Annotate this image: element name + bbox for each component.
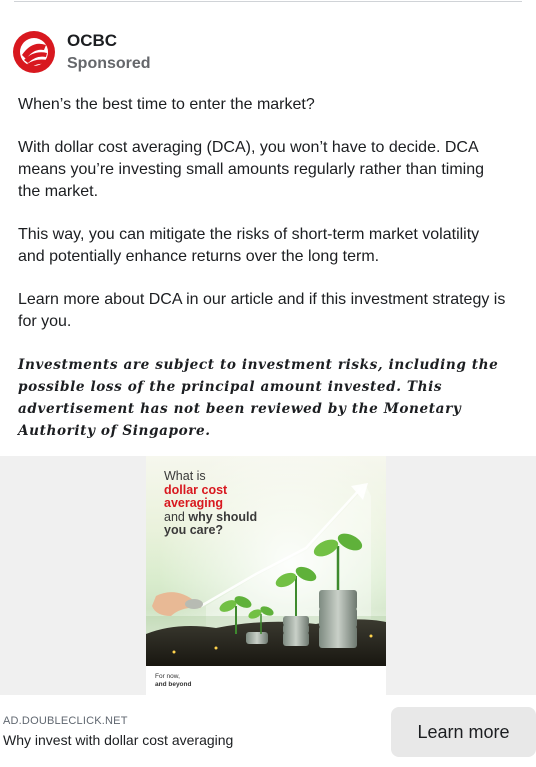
learn-more-button[interactable]: Learn more [391, 707, 536, 757]
link-footer[interactable]: AD.DOUBLECLICK.NET Why invest with dolla… [0, 695, 536, 767]
ad-creative-image[interactable]: What is dollar cost averaging and why sh… [146, 456, 386, 695]
post-body: When’s the best time to enter the market… [18, 94, 510, 442]
creative-line-4b: why should [188, 509, 258, 524]
sponsored-label[interactable]: Sponsored [67, 55, 151, 73]
advertiser-name[interactable]: OCBC [67, 31, 151, 51]
top-divider [14, 1, 522, 2]
link-domain[interactable]: AD.DOUBLECLICK.NET [3, 715, 128, 727]
creative-tagline-2: and beyond [155, 680, 192, 688]
creative-line-5: you care? [164, 523, 224, 537]
creative-line-4a: and [164, 509, 189, 524]
post-paragraph-4: Learn more about DCA in our article and … [18, 291, 506, 330]
post-paragraph-2: With dollar cost averaging (DCA), you wo… [18, 139, 484, 200]
creative-tagline: For now, and beyond [155, 673, 191, 688]
post-paragraph-3: This way, you can mitigate the risks of … [18, 226, 480, 265]
post-header: OCBC Sponsored [12, 28, 151, 76]
creative-line-1: What is [164, 469, 206, 483]
creative-line-3: averaging [164, 496, 224, 510]
risk-disclaimer: Investments are subject to investment ri… [18, 357, 499, 439]
post-paragraph-1: When’s the best time to enter the market… [18, 96, 315, 113]
creative-tagline-1: For now, [155, 673, 180, 680]
link-headline[interactable]: Why invest with dollar cost averaging [3, 732, 233, 748]
creative-headline: What is dollar cost averaging and why sh… [164, 469, 258, 538]
ocbc-logo-icon[interactable] [12, 30, 56, 74]
creative-line-2: dollar cost [164, 482, 228, 497]
advertiser-info: OCBC Sponsored [67, 31, 151, 73]
ad-media[interactable]: What is dollar cost averaging and why sh… [0, 456, 536, 695]
